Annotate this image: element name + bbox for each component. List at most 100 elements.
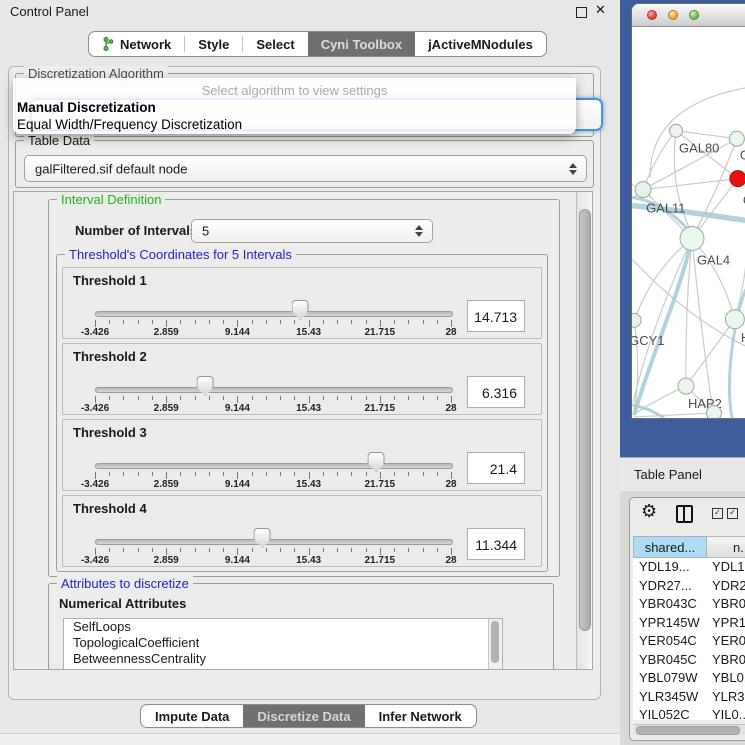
table-row[interactable]: YBR045CYBR0...: [633, 651, 745, 670]
table-row[interactable]: YER054CYER0...: [633, 632, 745, 651]
table-cell[interactable]: YLR345W: [633, 688, 707, 707]
table-cell[interactable]: YIL0...: [707, 706, 745, 720]
table-h-scrollbar-thumb[interactable]: [636, 726, 740, 735]
table-cell[interactable]: YIL052C: [633, 706, 707, 720]
table-cell[interactable]: YER054C: [633, 632, 707, 651]
table-row[interactable]: YDL19...YDL1...: [633, 558, 745, 577]
network-node-h[interactable]: [725, 310, 744, 329]
slider-tick: [351, 396, 352, 400]
number-of-intervals-spinner[interactable]: 5: [191, 219, 433, 243]
float-window-icon[interactable]: [576, 7, 587, 18]
network-edge[interactable]: [634, 413, 714, 417]
threshold-value-field[interactable]: 6.316: [467, 376, 525, 408]
tab-cyni-toolbox[interactable]: Cyni Toolbox: [308, 32, 415, 56]
slider-handle[interactable]: [292, 300, 309, 320]
attribute-list-item[interactable]: SelfLoops: [64, 619, 502, 635]
tab-style[interactable]: Style: [185, 32, 242, 56]
table-cell[interactable]: YDL19...: [633, 558, 707, 577]
algorithm-option-equal-width[interactable]: Equal Width/Frequency Discretization: [17, 117, 242, 132]
table-cell[interactable]: YDL1...: [707, 558, 745, 577]
slider-tick: [266, 472, 267, 476]
slider-tick: [394, 472, 395, 476]
network-node-gal4[interactable]: [680, 226, 704, 250]
tab-discretize-data[interactable]: Discretize Data: [243, 705, 364, 727]
slider-track[interactable]: [95, 539, 453, 545]
table-cell[interactable]: YDR27...: [633, 577, 707, 596]
list-scrollbar[interactable]: [488, 619, 502, 670]
table-h-scrollbar[interactable]: [633, 724, 745, 735]
network-node-gcy1[interactable]: [632, 313, 641, 327]
tab-infer-network[interactable]: Infer Network: [365, 705, 476, 727]
slider-handle[interactable]: [254, 528, 271, 548]
table-row[interactable]: YDR27...YDR2...: [633, 577, 745, 596]
table-cell[interactable]: YBR043C: [633, 595, 707, 614]
slider-track[interactable]: [95, 311, 453, 317]
slider-tick: [266, 548, 267, 552]
threshold-value-field[interactable]: 21.4: [467, 452, 525, 484]
table-row[interactable]: YBL079WYBL0...: [633, 669, 745, 688]
table-row[interactable]: YPR145WYPR1...: [633, 614, 745, 633]
network-edge[interactable]: [643, 179, 738, 190]
table-cell[interactable]: YBL0...: [707, 669, 745, 688]
close-icon[interactable]: ✕: [595, 2, 606, 18]
mac-minimize-button[interactable]: [668, 10, 678, 20]
network-canvas[interactable]: GAL80GCGAL11GAL4GCY1HHAP2: [632, 27, 745, 418]
table-cell[interactable]: YDR2...: [707, 577, 745, 596]
network-node[interactable]: [706, 406, 721, 418]
table-cell[interactable]: YBL079W: [633, 669, 707, 688]
network-edge[interactable]: [650, 88, 745, 178]
mac-zoom-button[interactable]: [689, 10, 699, 20]
network-node-g[interactable]: [729, 131, 744, 146]
slider-tick: [280, 548, 281, 552]
slider-tick: [223, 472, 224, 476]
panel-scrollbar[interactable]: [576, 192, 592, 669]
slider-tick: [451, 396, 452, 403]
table-data-combobox[interactable]: galFiltered.sif default node: [24, 155, 587, 182]
network-edge[interactable]: [692, 238, 734, 317]
table-cell[interactable]: YLR3...: [707, 688, 745, 707]
slider-handle[interactable]: [197, 376, 214, 396]
slider-handle[interactable]: [368, 452, 385, 472]
tab-impute-data[interactable]: Impute Data: [141, 705, 243, 727]
network-node-gal11[interactable]: [635, 182, 651, 198]
table-cell[interactable]: YBR045C: [633, 651, 707, 670]
gear-icon[interactable]: ⚙: [641, 501, 657, 522]
threshold-value-field[interactable]: 11.344: [467, 528, 525, 560]
table-row[interactable]: YLR345WYLR3...: [633, 688, 745, 707]
slider-tick: [380, 548, 381, 555]
slider-track[interactable]: [95, 387, 453, 393]
table-cell[interactable]: YPR145W: [633, 614, 707, 633]
slider-tick: [351, 320, 352, 324]
network-edge[interactable]: [686, 319, 735, 386]
panel-scrollbar-thumb[interactable]: [579, 209, 591, 631]
split-view-icon[interactable]: [676, 505, 693, 523]
algorithm-option-manual[interactable]: Manual Discretization: [17, 100, 156, 115]
attribute-list-item[interactable]: TopologicalCoefficient: [64, 635, 502, 651]
table-row[interactable]: YIL052CYIL0...: [633, 706, 745, 720]
slider-tick: [351, 472, 352, 476]
table-row[interactable]: YBR043CYBR0...: [633, 595, 745, 614]
table-cell[interactable]: YER0...: [707, 632, 745, 651]
network-window-titlebar[interactable]: [632, 4, 745, 27]
network-node-gal80[interactable]: [670, 124, 683, 137]
list-scrollbar-thumb[interactable]: [491, 621, 499, 663]
stepper-arrows-icon: [415, 225, 423, 237]
tab-network[interactable]: Network: [89, 32, 184, 56]
checkbox-icon[interactable]: ✓: [727, 508, 738, 519]
network-node-c[interactable]: [730, 171, 745, 187]
column-header-shared-name[interactable]: shared...: [633, 536, 707, 558]
network-node-hap2[interactable]: [678, 378, 694, 394]
tab-select[interactable]: Select: [243, 32, 307, 56]
slider-tick: [180, 396, 181, 400]
table-cell[interactable]: YPR1...: [707, 614, 745, 633]
table-cell[interactable]: YBR0...: [707, 595, 745, 614]
tab-jactivemnodules[interactable]: jActiveMNodules: [415, 32, 546, 56]
checkbox-icon[interactable]: ✓: [712, 508, 723, 519]
slider-track[interactable]: [95, 463, 453, 469]
threshold-value-field[interactable]: 14.713: [467, 300, 525, 332]
column-header-name[interactable]: n...: [707, 536, 745, 558]
mac-close-button[interactable]: [647, 10, 657, 20]
attribute-list-item[interactable]: BetweennessCentrality: [64, 651, 502, 667]
network-node-label: GAL80: [679, 141, 719, 156]
table-cell[interactable]: YBR0...: [707, 651, 745, 670]
